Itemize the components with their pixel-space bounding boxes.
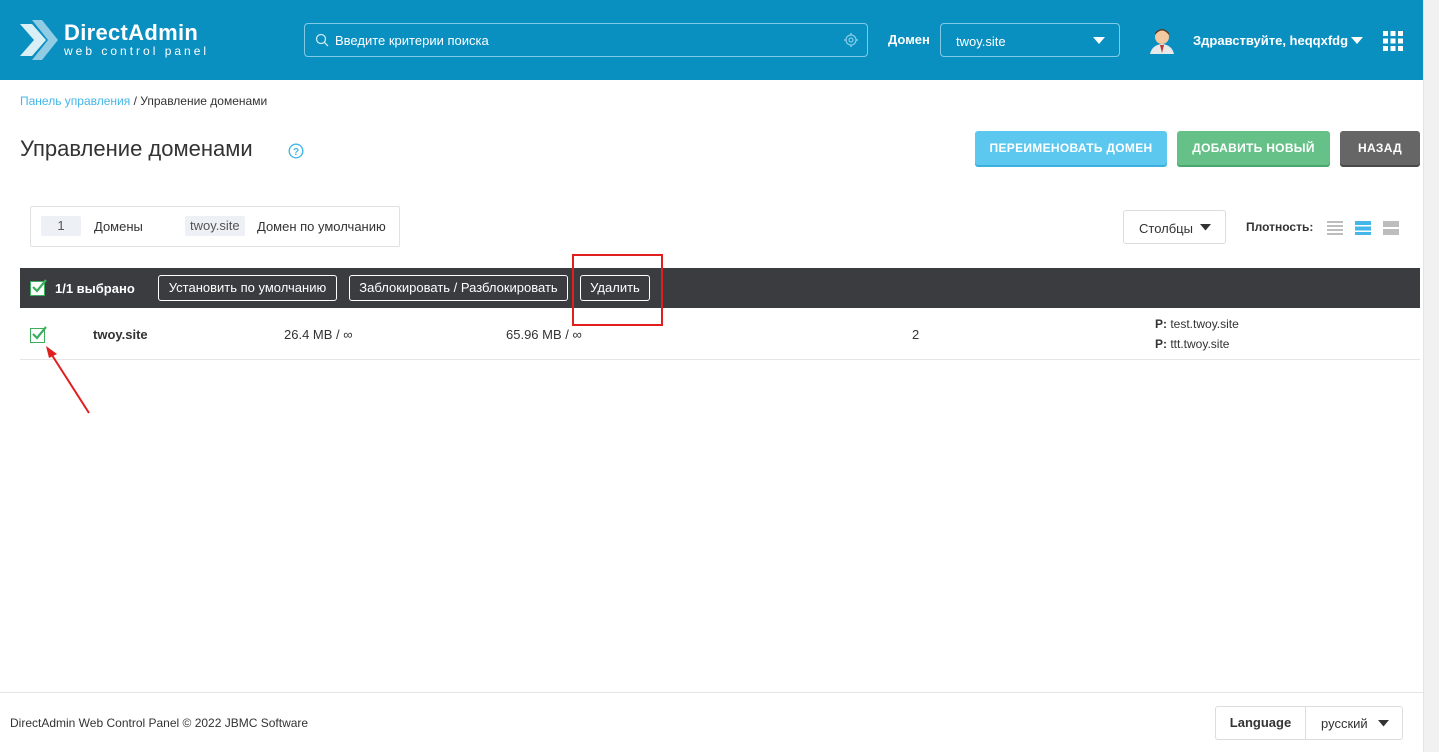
domain-label: Домен xyxy=(888,32,930,47)
domain-count-label: Домены xyxy=(94,219,143,234)
density-label: Плотность: xyxy=(1246,220,1314,234)
columns-label: Столбцы xyxy=(1139,221,1193,236)
set-default-button[interactable]: Установить по умолчанию xyxy=(158,275,337,301)
table-row[interactable]: twoy.site 26.4 MB / ∞ 65.96 MB / ∞ 2 P: … xyxy=(20,309,1420,360)
subdomain-item: P: ttt.twoy.site xyxy=(1155,337,1229,351)
block-unblock-button[interactable]: Заблокировать / Разблокировать xyxy=(349,275,568,301)
avatar[interactable] xyxy=(1148,26,1176,54)
scrollbar[interactable] xyxy=(1423,0,1439,752)
bandwidth-usage: 65.96 MB / ∞ xyxy=(506,327,582,342)
footer: DirectAdmin Web Control Panel © 2022 JBM… xyxy=(0,692,1423,752)
logo-subtitle: web control panel xyxy=(64,44,210,58)
breadcrumb: Панель управления / Управление доменами xyxy=(20,94,267,108)
top-header: DirectAdmin web control panel Домен twoy… xyxy=(0,0,1423,80)
logo-icon xyxy=(20,20,58,60)
user-menu-caret-icon[interactable] xyxy=(1351,37,1363,45)
breadcrumb-home-link[interactable]: Панель управления xyxy=(20,94,130,108)
selected-count: 1/1 выбрано xyxy=(55,281,135,296)
default-domain-badge: twoy.site xyxy=(185,216,245,236)
density-comfortable-icon[interactable] xyxy=(1383,220,1399,236)
help-icon[interactable]: ? xyxy=(288,143,304,159)
search-icon xyxy=(315,33,329,47)
breadcrumb-separator: / xyxy=(130,94,141,108)
logo[interactable]: DirectAdmin web control panel xyxy=(18,18,218,62)
domain-select-value: twoy.site xyxy=(956,34,1006,49)
domain-name-link[interactable]: twoy.site xyxy=(93,327,148,342)
language-selector[interactable]: Language русский xyxy=(1215,706,1403,740)
chevron-down-icon xyxy=(1378,720,1389,727)
annotation-arrow-icon xyxy=(46,346,90,414)
search-box[interactable] xyxy=(304,23,868,57)
subdomain-item: P: test.twoy.site xyxy=(1155,317,1239,331)
density-normal-icon[interactable] xyxy=(1355,220,1371,236)
footer-copyright: DirectAdmin Web Control Panel © 2022 JBM… xyxy=(10,716,309,730)
gear-icon[interactable] xyxy=(843,32,859,48)
density-compact-icon[interactable] xyxy=(1327,220,1343,236)
select-all-checkbox[interactable] xyxy=(30,279,47,296)
svg-text:?: ? xyxy=(293,147,299,158)
domain-count-badge: 1 xyxy=(41,216,81,236)
selection-toolbar: 1/1 выбрано Установить по умолчанию Забл… xyxy=(20,268,1420,308)
add-new-button[interactable]: ДОБАВИТЬ НОВЫЙ xyxy=(1177,131,1330,165)
breadcrumb-current: Управление доменами xyxy=(140,94,268,108)
subdomain-prefix: P: xyxy=(1155,337,1167,351)
apps-grid-icon[interactable] xyxy=(1383,31,1403,51)
page: DirectAdmin web control panel Домен twoy… xyxy=(0,0,1439,752)
subdomain-prefix: P: xyxy=(1155,317,1167,331)
subdomain-name[interactable]: test.twoy.site xyxy=(1170,317,1238,331)
rename-domain-button[interactable]: ПЕРЕИМЕНОВАТЬ ДОМЕН xyxy=(975,131,1167,165)
columns-dropdown[interactable]: Столбцы xyxy=(1123,210,1226,244)
chevron-down-icon xyxy=(1200,224,1211,231)
default-domain-label: Домен по умолчанию xyxy=(257,219,386,234)
chevron-down-icon xyxy=(1093,37,1105,44)
language-value: русский xyxy=(1321,716,1368,731)
domain-stats: 1 Домены twoy.site Домен по умолчанию xyxy=(30,206,400,247)
back-button[interactable]: НАЗАД xyxy=(1340,131,1420,165)
page-title: Управление доменами xyxy=(20,136,253,161)
subdomain-name[interactable]: ttt.twoy.site xyxy=(1170,337,1229,351)
disk-usage: 26.4 MB / ∞ xyxy=(284,327,353,342)
logo-title: DirectAdmin xyxy=(64,20,199,45)
domain-select[interactable]: twoy.site xyxy=(940,23,1120,57)
subdomain-count: 2 xyxy=(912,327,920,342)
search-input[interactable] xyxy=(335,24,835,56)
language-label: Language xyxy=(1216,707,1306,739)
user-greeting[interactable]: Здравствуйте, heqqxfdg xyxy=(1193,33,1348,48)
